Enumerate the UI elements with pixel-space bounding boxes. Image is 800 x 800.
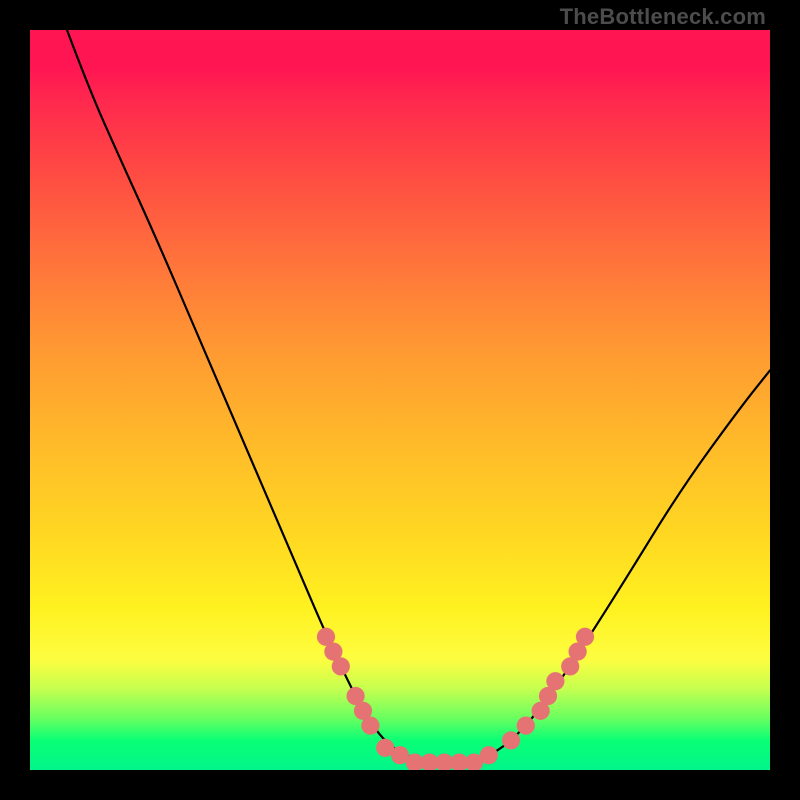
marker-dot: [546, 672, 564, 690]
marker-dot: [480, 746, 498, 764]
marker-dot: [502, 731, 520, 749]
marker-group: [317, 628, 594, 770]
plot-area: [30, 30, 770, 770]
marker-dot: [361, 717, 379, 735]
marker-dot: [576, 628, 594, 646]
watermark-text: TheBottleneck.com: [560, 4, 766, 30]
marker-dot: [332, 657, 350, 675]
bottleneck-curve: [67, 30, 770, 763]
curve-svg: [30, 30, 770, 770]
marker-dot: [517, 717, 535, 735]
chart-stage: TheBottleneck.com: [0, 0, 800, 800]
